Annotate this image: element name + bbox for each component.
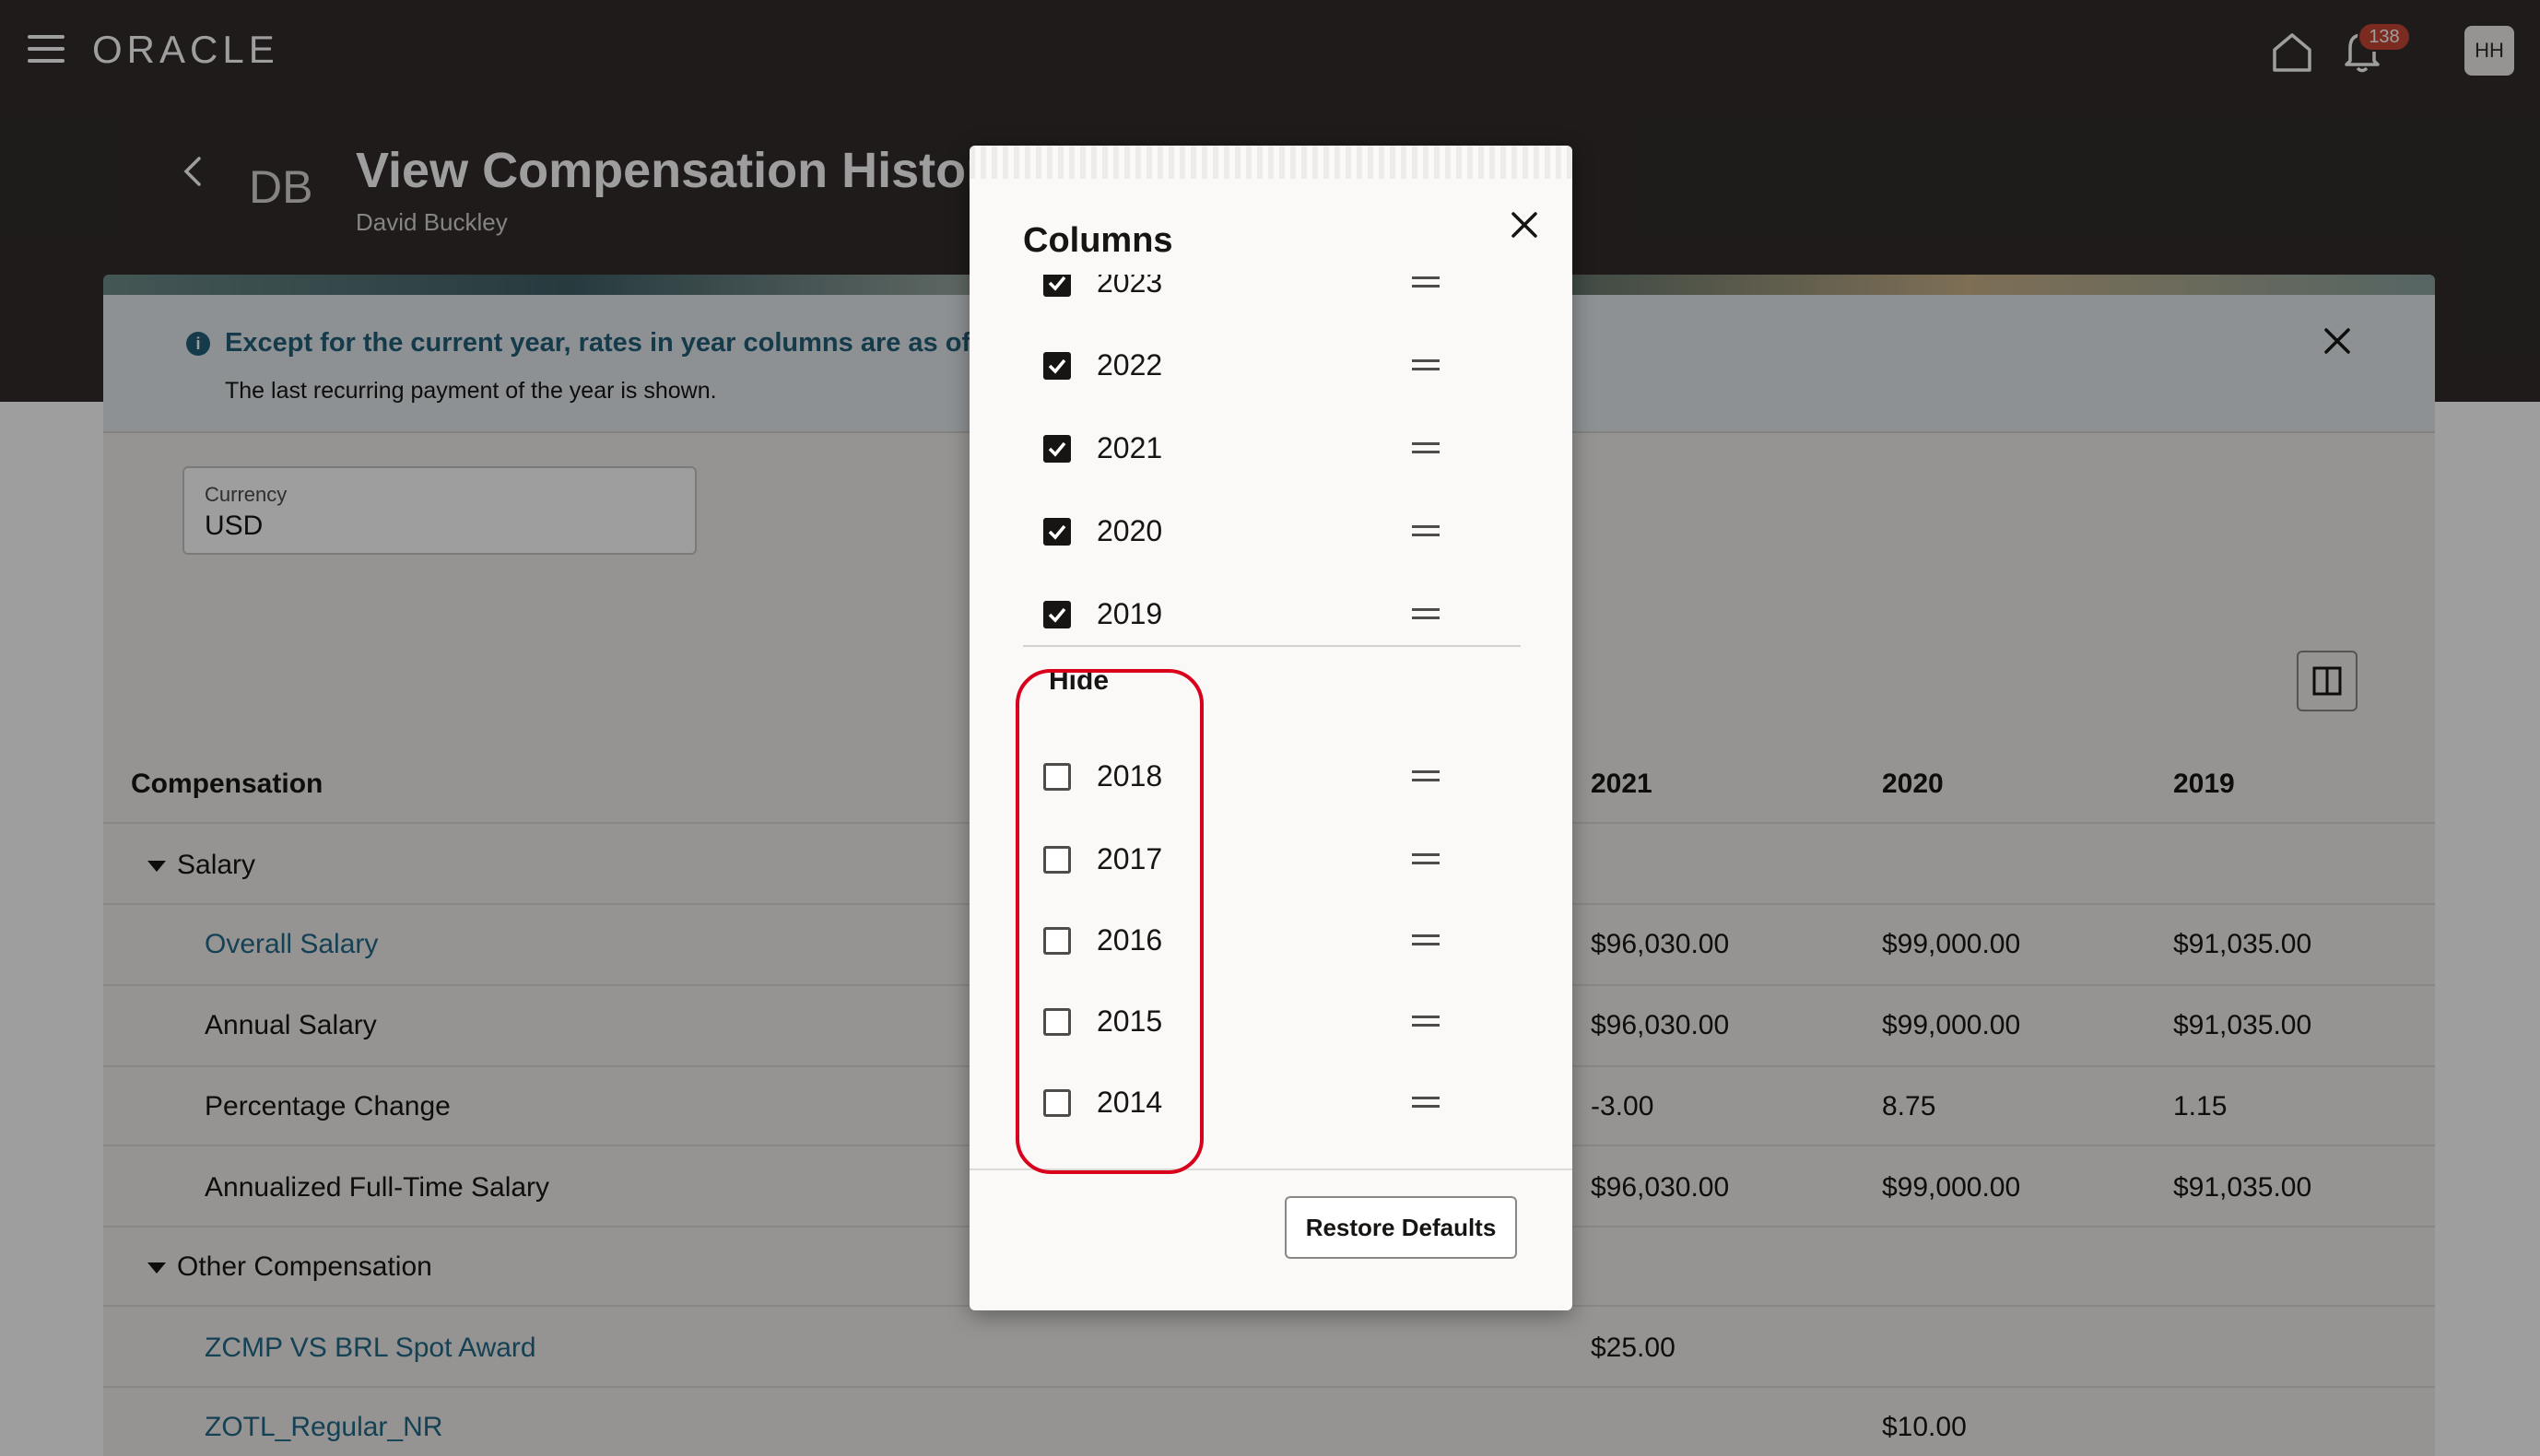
column-item-2020[interactable]: 2020 <box>1043 503 1504 558</box>
close-icon[interactable] <box>1502 203 1546 247</box>
column-label: 2021 <box>1097 431 1163 464</box>
drag-handle-icon[interactable] <box>1412 1016 1440 1028</box>
restore-defaults-button[interactable]: Restore Defaults <box>1285 1196 1517 1259</box>
drag-handle-icon[interactable] <box>1412 608 1440 621</box>
drag-handle-icon[interactable] <box>1412 525 1440 538</box>
checkbox-checked[interactable] <box>1043 601 1071 628</box>
drag-handle-icon[interactable] <box>1412 770 1440 783</box>
checkbox-checked[interactable] <box>1043 275 1071 297</box>
checkbox-checked[interactable] <box>1043 435 1071 463</box>
checkmark-icon <box>1048 358 1066 374</box>
drag-handle-icon[interactable] <box>1412 276 1440 289</box>
column-label: 2019 <box>1097 597 1163 630</box>
checkbox-checked[interactable] <box>1043 518 1071 546</box>
checkmark-icon <box>1048 441 1066 457</box>
drag-handle-icon[interactable] <box>1412 853 1440 866</box>
drag-handle-icon[interactable] <box>1412 359 1440 372</box>
column-item-2022[interactable]: 2022 <box>1043 337 1504 393</box>
section-divider <box>1023 645 1521 647</box>
dialog-title: Columns <box>1023 221 1173 260</box>
column-label: 2022 <box>1097 348 1163 382</box>
drag-handle-icon[interactable] <box>1412 442 1440 455</box>
dialog-header-texture <box>970 146 1572 179</box>
column-label: 2020 <box>1097 514 1163 547</box>
annotation-highlight <box>1016 669 1204 1174</box>
drag-handle-icon[interactable] <box>1412 934 1440 947</box>
column-item-2021[interactable]: 2021 <box>1043 420 1504 476</box>
drag-handle-icon[interactable] <box>1412 1097 1440 1110</box>
checkmark-icon <box>1048 607 1066 623</box>
checkbox-checked[interactable] <box>1043 352 1071 380</box>
checkmark-icon <box>1048 524 1066 540</box>
column-item-2019[interactable]: 2019 <box>1043 586 1504 641</box>
column-item-2023[interactable]: 2023 <box>1043 275 1504 310</box>
column-label: 2023 <box>1097 275 1163 299</box>
checkmark-icon <box>1048 276 1066 291</box>
